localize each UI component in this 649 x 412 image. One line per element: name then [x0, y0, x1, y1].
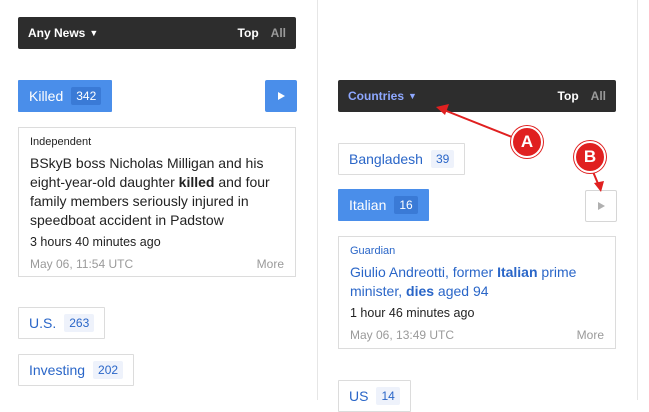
topic-us[interactable]: U.S. 263 [18, 307, 106, 339]
country-label: Bangladesh [349, 151, 423, 167]
all-toggle[interactable]: All [591, 89, 606, 103]
column-divider-right [637, 0, 638, 400]
countries-dropdown[interactable]: Countries ▼ [348, 89, 417, 103]
story-card: Guardian Giulio Andreotti, former Italia… [338, 236, 616, 349]
story-card: Independent BSkyB boss Nicholas Milligan… [18, 127, 296, 277]
chevron-down-icon: ▼ [89, 28, 99, 38]
play-icon [598, 202, 605, 210]
column-divider [317, 0, 318, 400]
annotation-badge-b: B [574, 141, 606, 173]
story-headline[interactable]: Giulio Andreotti, former Italian prime m… [350, 263, 604, 301]
play-button[interactable] [265, 80, 297, 112]
country-bangladesh[interactable]: Bangladesh 39 [338, 143, 466, 175]
all-toggle[interactable]: All [271, 26, 286, 40]
country-us[interactable]: US 14 [338, 380, 411, 412]
more-link[interactable]: More [257, 257, 284, 271]
country-label: US [349, 388, 369, 404]
countries-label: Countries [348, 89, 405, 103]
chevron-down-icon: ▼ [408, 91, 417, 101]
story-source: Independent [30, 136, 92, 148]
topic-count: 342 [71, 87, 102, 105]
news-filter-bar: Any News ▼ Top All [18, 17, 296, 49]
news-type-dropdown[interactable]: Any News ▼ [28, 26, 98, 40]
play-icon [278, 92, 285, 100]
topic-investing[interactable]: Investing 202 [18, 354, 135, 386]
story-date: May 06, 11:54 UTC [30, 257, 134, 271]
country-count: 39 [430, 150, 455, 168]
story-source: Guardian [350, 245, 396, 257]
topic-killed[interactable]: Killed 342 [18, 80, 113, 112]
country-count: 16 [394, 196, 418, 214]
news-type-label: Any News [28, 26, 86, 40]
country-count: 14 [376, 387, 400, 405]
story-time-ago: 1 hour 46 minutes ago [350, 306, 475, 320]
topic-label: Investing [29, 362, 86, 378]
country-label: Italian [349, 197, 387, 213]
topic-label: Killed [29, 88, 64, 104]
topic-label: U.S. [29, 315, 57, 331]
countries-filter-bar: Countries ▼ Top All [338, 80, 616, 112]
topic-count: 263 [64, 314, 95, 332]
story-date: May 06, 13:49 UTC [350, 328, 455, 342]
top-toggle[interactable]: Top [238, 26, 259, 40]
story-time-ago: 3 hours 40 minutes ago [30, 235, 161, 249]
more-link[interactable]: More [577, 328, 604, 342]
topic-count: 202 [93, 361, 124, 379]
annotation-badge-a: A [511, 126, 543, 158]
top-toggle[interactable]: Top [558, 89, 579, 103]
country-italian[interactable]: Italian 16 [338, 189, 429, 221]
play-button-disabled[interactable] [585, 190, 617, 222]
story-headline[interactable]: BSkyB boss Nicholas Milligan and his eig… [30, 154, 284, 230]
